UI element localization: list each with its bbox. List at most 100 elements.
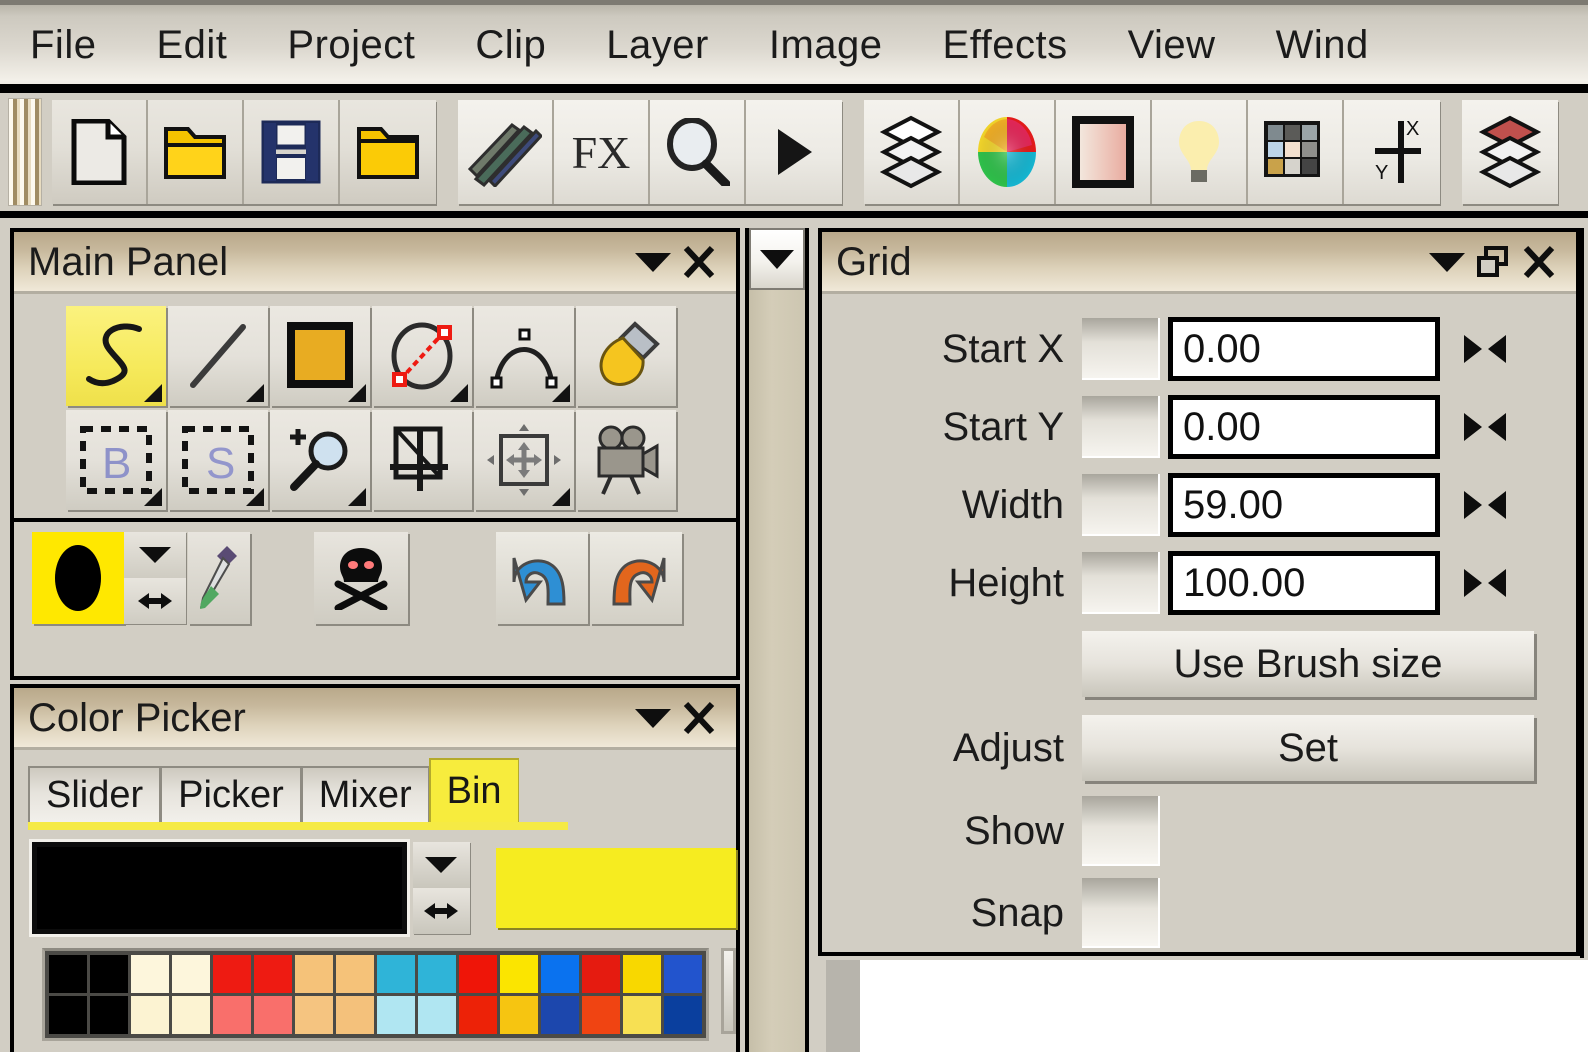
undo-button[interactable] [496, 532, 588, 624]
main-panel-titlebar[interactable]: Main Panel [14, 232, 736, 294]
tab-bin[interactable]: Bin [429, 758, 519, 822]
palette-scroll-handle[interactable] [721, 948, 736, 1034]
save-button[interactable] [244, 100, 340, 204]
menu-project[interactable]: Project [257, 25, 445, 65]
grid-height-chip[interactable] [1082, 552, 1160, 614]
palette-swatch[interactable] [623, 955, 661, 993]
palette-swatch[interactable] [377, 955, 415, 993]
clear-layer-button[interactable] [314, 532, 408, 624]
fx-button[interactable]: FX [554, 100, 650, 204]
palette-swatch[interactable] [541, 996, 579, 1034]
current-color-swatch[interactable] [32, 532, 124, 624]
chevron-down-icon[interactable] [630, 695, 676, 741]
play-button[interactable] [746, 100, 842, 204]
palette-swatch[interactable] [459, 996, 497, 1034]
palette-swatch[interactable] [582, 996, 620, 1034]
left-right-spinner-icon[interactable] [1454, 566, 1516, 600]
grid-start-y-chip[interactable] [1082, 396, 1160, 458]
grid-start-x-input[interactable]: 0.00 [1168, 317, 1440, 381]
palette-swatch[interactable] [295, 996, 333, 1034]
tab-mixer[interactable]: Mixer [301, 766, 429, 822]
palette-swatch[interactable] [336, 996, 374, 1034]
current-color-display[interactable] [32, 842, 407, 934]
palette-swatch[interactable] [541, 955, 579, 993]
line-tool[interactable] [168, 306, 268, 406]
palette-swatch[interactable] [418, 955, 456, 993]
close-icon[interactable] [676, 239, 722, 285]
canvas-area[interactable] [826, 960, 1588, 1052]
show-checkbox[interactable] [1082, 796, 1160, 866]
grid-width-chip[interactable] [1082, 474, 1160, 536]
grid-start-y-input[interactable]: 0.00 [1168, 395, 1440, 459]
menu-file[interactable]: File [0, 25, 126, 65]
left-right-spinner-icon[interactable] [1454, 332, 1516, 366]
palette-swatch[interactable] [500, 955, 538, 993]
grid-start-x-chip[interactable] [1082, 318, 1160, 380]
menu-window[interactable]: Wind [1246, 25, 1399, 65]
menu-edit[interactable]: Edit [126, 25, 257, 65]
rectangle-tool[interactable] [270, 306, 370, 406]
chevron-down-icon[interactable] [630, 239, 676, 285]
palette-swatch[interactable] [213, 996, 251, 1034]
palette-swatch[interactable] [582, 955, 620, 993]
palette-swatch[interactable] [172, 996, 210, 1034]
palette-swatch[interactable] [377, 996, 415, 1034]
freehand-tool[interactable] [66, 306, 166, 406]
color-palette-grid[interactable] [42, 948, 709, 1041]
menu-layer[interactable]: Layer [576, 25, 739, 65]
fill-bucket-tool[interactable] [576, 306, 676, 406]
palette-swatch[interactable] [254, 996, 292, 1034]
gradient-button[interactable] [1056, 100, 1152, 204]
transform-tool[interactable] [474, 410, 574, 510]
set-button[interactable]: Set [1082, 715, 1534, 781]
left-right-spinner-icon[interactable] [1454, 410, 1516, 444]
camera-tool[interactable] [576, 410, 676, 510]
crop-tool[interactable] [372, 410, 472, 510]
palette-swatch[interactable] [295, 955, 333, 993]
close-icon[interactable] [1516, 239, 1562, 285]
light-button[interactable] [1152, 100, 1248, 204]
ellipse-tool[interactable] [372, 306, 472, 406]
color-wheel-button[interactable] [960, 100, 1056, 204]
color-swap-button[interactable] [124, 578, 186, 624]
thumbnails-button[interactable] [1248, 100, 1344, 204]
panel-splitter[interactable] [745, 228, 809, 1052]
palette-swatch[interactable] [131, 996, 169, 1034]
palette-swatch[interactable] [213, 955, 251, 993]
zoom-button[interactable] [650, 100, 746, 204]
bin-dropdown-button[interactable] [413, 842, 470, 888]
splitter-dropdown-button[interactable] [749, 228, 805, 290]
open-project-button[interactable] [148, 100, 244, 204]
palette-swatch[interactable] [90, 955, 128, 993]
grid-width-input[interactable]: 59.00 [1168, 473, 1440, 537]
new-document-button[interactable] [52, 100, 148, 204]
menu-clip[interactable]: Clip [445, 25, 576, 65]
tab-slider[interactable]: Slider [28, 766, 160, 822]
grid-height-input[interactable]: 100.00 [1168, 551, 1440, 615]
palette-swatch[interactable] [664, 955, 702, 993]
palette-swatch[interactable] [49, 955, 87, 993]
menu-view[interactable]: View [1098, 25, 1246, 65]
eyedropper-button[interactable] [188, 532, 250, 624]
load-button[interactable] [340, 100, 436, 204]
palette-swatch[interactable] [90, 996, 128, 1034]
layers-button[interactable] [864, 100, 960, 204]
menu-image[interactable]: Image [739, 25, 913, 65]
pencils-button[interactable] [458, 100, 554, 204]
use-brush-size-button[interactable]: Use Brush size [1082, 631, 1534, 697]
redo-button[interactable] [590, 532, 682, 624]
brush-selection-tool[interactable]: B [66, 410, 166, 510]
close-icon[interactable] [676, 695, 722, 741]
xy-axes-button[interactable]: X Y [1344, 100, 1440, 204]
color-picker-titlebar[interactable]: Color Picker [14, 688, 736, 750]
palette-swatch[interactable] [664, 996, 702, 1034]
snap-checkbox[interactable] [1082, 878, 1160, 948]
tab-picker[interactable]: Picker [160, 766, 301, 822]
chevron-down-icon[interactable] [1424, 239, 1470, 285]
secondary-color-swatch[interactable] [496, 848, 736, 928]
curve-tool[interactable] [474, 306, 574, 406]
palette-swatch[interactable] [172, 955, 210, 993]
color-dropdown-button[interactable] [124, 532, 186, 578]
palette-swatch[interactable] [500, 996, 538, 1034]
grid-panel-titlebar[interactable]: Grid [822, 232, 1576, 294]
